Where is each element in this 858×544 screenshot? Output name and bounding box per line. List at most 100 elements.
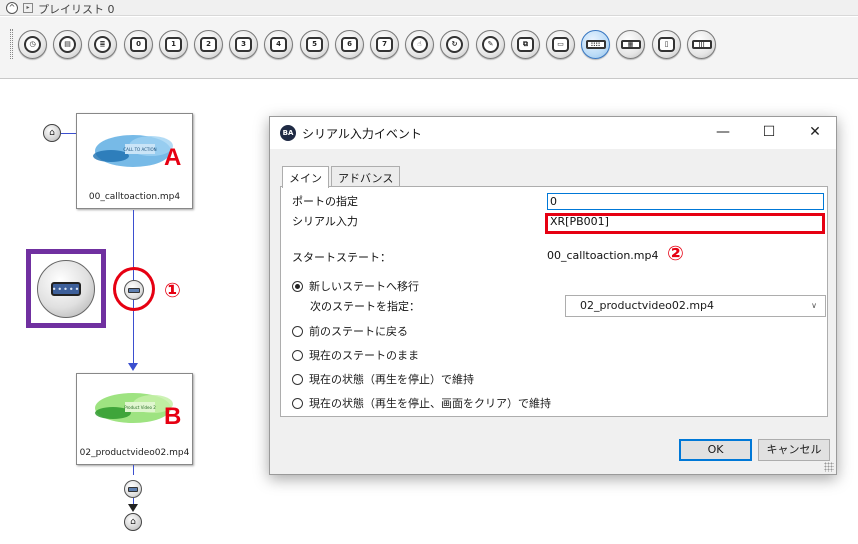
key-7-icon: 7: [376, 37, 393, 52]
label-b: B: [164, 403, 182, 430]
eraser-icon: ✎: [482, 36, 499, 53]
window-tool-button[interactable]: ⧉: [511, 30, 540, 59]
maximize-button[interactable]: ☐: [746, 117, 792, 149]
bottom-link-1: [133, 465, 134, 475]
touch-icon: ☝: [411, 36, 428, 53]
dialog-title-bar[interactable]: BA シリアル入力イベント — ☐ ✕: [270, 117, 836, 149]
loop-tool-button[interactable]: ↻: [440, 30, 469, 59]
playlist-header: ^ ▸ プレイリスト 0: [0, 0, 858, 16]
clapper-icon: ▤: [59, 36, 76, 53]
key-2-icon: 2: [200, 37, 217, 52]
key-0-tool-button[interactable]: 0: [124, 30, 153, 59]
state-a-thumb-text: CALL TO ACTION: [123, 147, 156, 152]
timer-tool-button[interactable]: ◷: [18, 30, 47, 59]
serial-icon: ::::: [585, 40, 606, 49]
serial-input-label: シリアル入力: [292, 215, 358, 228]
barcode-tool-button[interactable]: |||: [687, 30, 716, 59]
chevron-down-icon: ∨: [811, 301, 817, 310]
key-1-icon: 1: [165, 37, 182, 52]
start-state-value: 00_calltoaction.mp4: [547, 249, 659, 262]
list-icon: ≣: [94, 36, 111, 53]
list-tool-button[interactable]: ≣: [88, 30, 117, 59]
resize-grip[interactable]: [824, 462, 834, 472]
option-hold-stop-clear-label: 現在の状態（再生を停止、画面をクリア）で維持: [309, 397, 551, 410]
annotation-1: ①: [164, 278, 181, 302]
serial-input-field[interactable]: XR[PB001]: [545, 213, 825, 234]
key-4-icon: 4: [270, 37, 287, 52]
bottom-serial-node[interactable]: [124, 480, 142, 498]
toolbar-grip[interactable]: [10, 29, 13, 59]
ok-button[interactable]: OK: [679, 439, 752, 461]
port-label: ポートの指定: [292, 195, 358, 208]
monitor-icon: ▭: [552, 37, 569, 52]
option-stay-current-label: 現在のステートのまま: [309, 349, 419, 362]
barcode-icon: |||: [691, 40, 712, 49]
key-6-tool-button[interactable]: 6: [335, 30, 364, 59]
key-5-tool-button[interactable]: 5: [300, 30, 329, 59]
tab-advanced[interactable]: アドバンス: [331, 166, 401, 187]
event-toolbar: ◷ ▤ ≣ 0 1 2 3 4 5 6 7 ☝ ↻ ✎ ⧉ ▭:::: ▦ ▯ |||: [0, 17, 858, 79]
key-7-tool-button[interactable]: 7: [370, 30, 399, 59]
option-new-state[interactable]: 新しいステートへ移行: [292, 278, 419, 294]
key-2-tool-button[interactable]: 2: [194, 30, 223, 59]
monitor-tool-button[interactable]: ▭: [546, 30, 575, 59]
state-a-filename: 00_calltoaction.mp4: [88, 192, 181, 202]
option-previous-state[interactable]: 前のステートに戻る: [292, 323, 408, 339]
remote-tool-button[interactable]: ▯: [652, 30, 681, 59]
state-b-thumb-text: Product Video 2: [124, 405, 156, 410]
radio-previous-state[interactable]: [292, 325, 303, 337]
transition-arrow: [128, 363, 138, 371]
cancel-button[interactable]: キャンセル: [758, 439, 830, 461]
key-0-icon: 0: [130, 37, 147, 52]
timer-icon: ◷: [24, 36, 41, 53]
option-new-state-label: 新しいステートへ移行: [309, 280, 419, 293]
home-link: [61, 133, 77, 134]
dialog-title: シリアル入力イベント: [302, 127, 422, 141]
minimize-button[interactable]: —: [700, 117, 746, 149]
option-hold-stop-label: 現在の状態（再生を停止）で維持: [309, 373, 474, 386]
radio-new-state[interactable]: [292, 280, 303, 292]
touch-tool-button[interactable]: ☝: [405, 30, 434, 59]
main-tab-page: ポートの指定 0 シリアル入力 XR[PB001] スタートステート： 00_c…: [280, 186, 828, 417]
next-state-value: 02_productvideo02.mp4: [580, 299, 715, 312]
home-icon[interactable]: ⌂: [43, 124, 61, 142]
radio-hold-stop[interactable]: [292, 373, 303, 385]
playlist-icon: ▸: [23, 3, 33, 13]
keyboard-tool-button[interactable]: ▦: [616, 30, 645, 59]
next-state-label: 次のステートを指定：: [310, 300, 420, 313]
key-1-tool-button[interactable]: 1: [159, 30, 188, 59]
label-a: A: [164, 144, 182, 171]
key-3-tool-button[interactable]: 3: [229, 30, 258, 59]
keyboard-icon: ▦: [620, 40, 641, 49]
remote-icon: ▯: [658, 37, 675, 52]
option-previous-state-label: 前のステートに戻る: [309, 325, 408, 338]
option-hold-stop-clear[interactable]: 現在の状態（再生を停止、画面をクリア）で維持: [292, 395, 551, 411]
key-5-icon: 5: [306, 37, 323, 52]
radio-hold-stop-clear[interactable]: [292, 397, 303, 409]
collapse-icon[interactable]: ^: [6, 2, 18, 14]
serial-port-icon: •••••: [37, 260, 95, 318]
highlight-circle: [113, 267, 155, 311]
annotation-2: ②: [667, 241, 684, 265]
clapper-tool-button[interactable]: ▤: [53, 30, 82, 59]
home-icon-bottom[interactable]: ⌂: [124, 513, 142, 531]
key-4-tool-button[interactable]: 4: [264, 30, 293, 59]
window-icon: ⧉: [517, 37, 534, 52]
start-state-label: スタートステート：: [292, 251, 391, 264]
tab-main[interactable]: メイン: [282, 166, 329, 188]
serial-icon-callout: •••••: [26, 249, 106, 328]
state-b-filename: 02_productvideo02.mp4: [79, 448, 190, 458]
option-hold-stop[interactable]: 現在の状態（再生を停止）で維持: [292, 371, 474, 387]
serial-port-pins: •••••: [51, 282, 81, 296]
playlist-title: プレイリスト 0: [38, 3, 115, 16]
option-stay-current[interactable]: 現在のステートのまま: [292, 347, 419, 363]
radio-stay-current[interactable]: [292, 349, 303, 361]
serial-tool-button[interactable]: ::::: [581, 30, 610, 59]
port-input[interactable]: 0: [547, 193, 824, 210]
bottom-arrow: [128, 504, 138, 512]
close-button[interactable]: ✕: [792, 117, 838, 149]
next-state-select[interactable]: 02_productvideo02.mp4 ∨: [565, 295, 826, 317]
eraser-tool-button[interactable]: ✎: [476, 30, 505, 59]
key-3-icon: 3: [235, 37, 252, 52]
serial-input-event-dialog: BA シリアル入力イベント — ☐ ✕ メイン アドバンス ポートの指定 0 シ…: [269, 116, 837, 475]
